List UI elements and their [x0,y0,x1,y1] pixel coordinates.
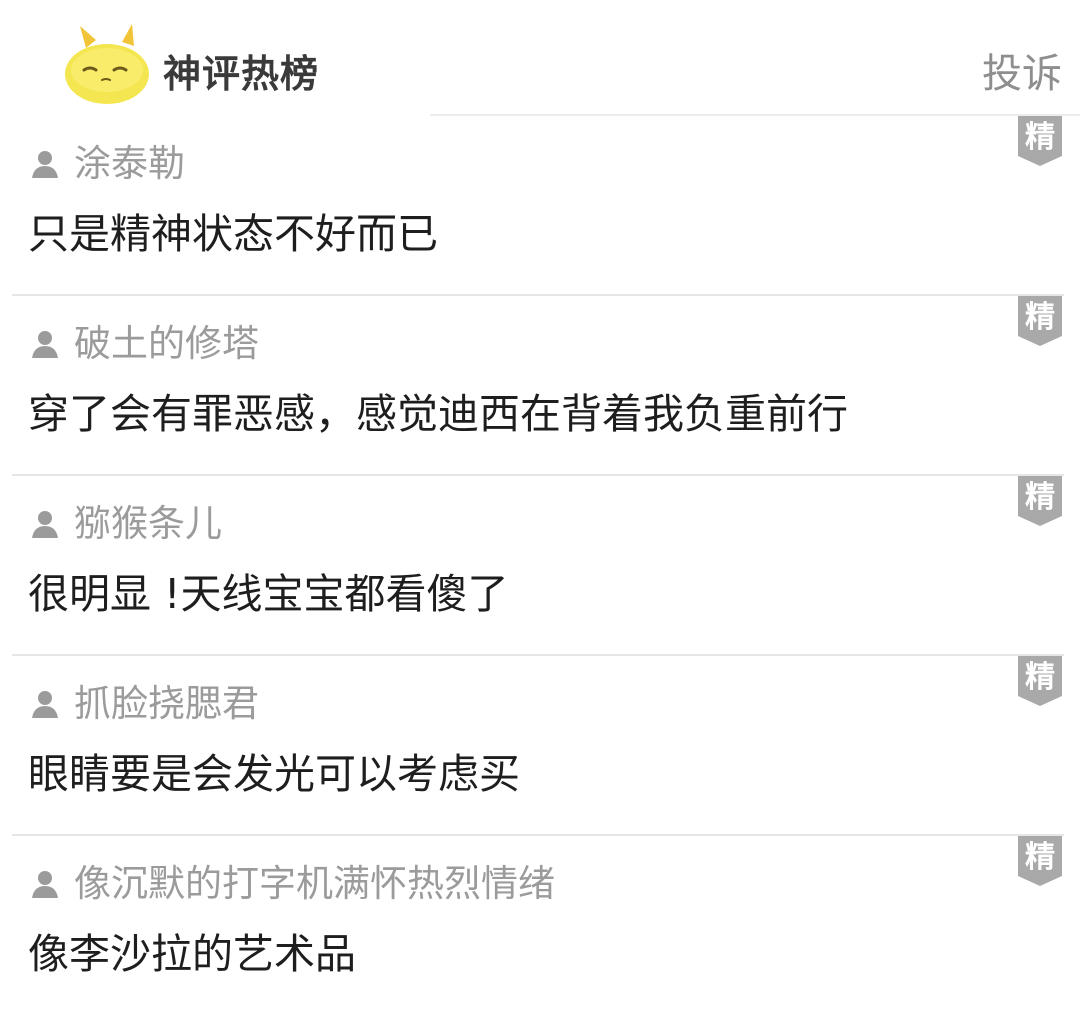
mascot-icon [65,24,149,104]
username: 像沉默的打字机满怀热烈情绪 [74,862,555,905]
featured-badge-label: 精 [1025,480,1055,515]
comment-list: 精 涂泰勒 只是精神状态不好而已 精 破土的修塔 穿了会有罪恶感，感觉迪西在背着… [0,116,1080,1014]
comment-item: 精 涂泰勒 只是精神状态不好而已 [0,116,1080,294]
header: 神评热榜 投诉 [0,0,1080,116]
user-icon [32,331,58,358]
comment-item: 精 抓脸挠腮君 眼睛要是会发光可以考虑买 [12,654,1064,834]
username: 涂泰勒 [74,142,185,185]
featured-badge-label: 精 [1025,840,1055,875]
comment-text: 眼睛要是会发光可以考虑买 [28,750,520,798]
featured-badge-label: 精 [1025,660,1055,695]
comment-item: 精 像沉默的打字机满怀热烈情绪 像李沙拉的艺术品 [12,834,1064,1014]
comment-item: 精 猕猴条儿 很明显 !天线宝宝都看傻了 [12,474,1064,654]
comment-text: 只是精神状态不好而已 [28,210,438,258]
comment-user[interactable]: 猕猴条儿 [30,502,222,546]
comment-text: 像李沙拉的艺术品 [28,930,356,978]
username: 破土的修塔 [74,322,259,365]
comment-text: 很明显 !天线宝宝都看傻了 [28,570,509,618]
comment-item: 精 破土的修塔 穿了会有罪恶感，感觉迪西在背着我负重前行 [12,294,1064,474]
featured-badge-label: 精 [1025,120,1055,155]
username: 猕猴条儿 [74,502,222,545]
comment-user[interactable]: 破土的修塔 [30,322,259,366]
featured-badge-label: 精 [1025,300,1055,335]
user-icon [32,511,58,538]
user-icon [32,871,58,898]
username: 抓脸挠腮君 [74,682,259,725]
comment-user[interactable]: 涂泰勒 [30,142,185,186]
comment-user[interactable]: 抓脸挠腮君 [30,682,259,726]
comment-text: 穿了会有罪恶感，感觉迪西在背着我负重前行 [28,390,848,438]
page-title: 神评热榜 [163,52,320,96]
user-icon [32,151,58,178]
user-icon [32,691,58,718]
comment-user[interactable]: 像沉默的打字机满怀热烈情绪 [30,862,555,906]
report-button[interactable]: 投诉 [982,48,1062,100]
